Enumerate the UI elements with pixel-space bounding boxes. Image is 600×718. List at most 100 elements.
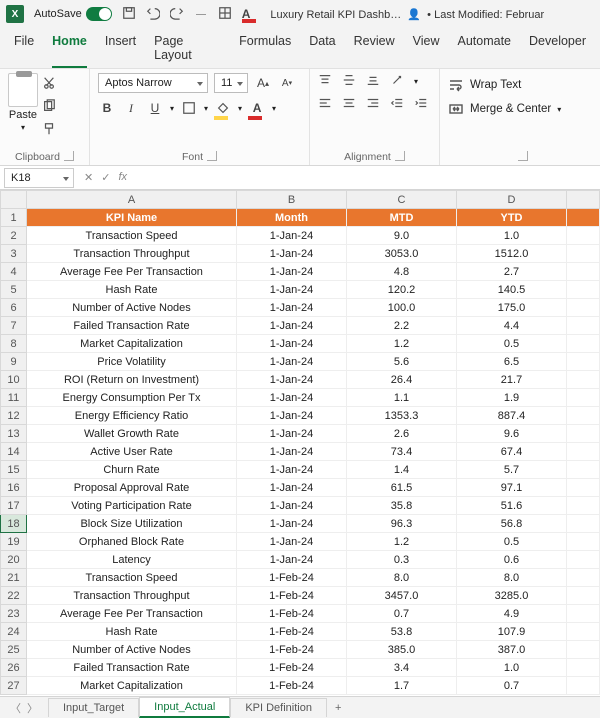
cell[interactable]: 3457.0 [347,587,457,605]
cell[interactable]: 1-Jan-24 [237,425,347,443]
cell[interactable] [567,533,600,551]
cell[interactable]: 5.7 [457,461,567,479]
cell[interactable]: 8.0 [457,569,567,587]
cell[interactable]: ROI (Return on Investment) [27,371,237,389]
cell[interactable]: 0.3 [347,551,457,569]
cell[interactable]: 9.0 [347,227,457,245]
cell[interactable]: 385.0 [347,641,457,659]
cell[interactable] [567,515,600,533]
row-header[interactable]: 27 [1,677,27,695]
row-header[interactable]: 9 [1,353,27,371]
row-header[interactable]: 5 [1,281,27,299]
cell[interactable]: 53.8 [347,623,457,641]
fx-icon[interactable]: fx [118,171,127,184]
cell[interactable]: 0.6 [457,551,567,569]
cell[interactable]: 3053.0 [347,245,457,263]
row-header[interactable]: 25 [1,641,27,659]
undo-icon[interactable] [146,6,160,23]
cell[interactable] [567,479,600,497]
cell[interactable] [567,641,600,659]
tab-view[interactable]: View [413,32,440,68]
tab-review[interactable]: Review [354,32,395,68]
launcher-icon[interactable] [518,151,528,161]
cell[interactable]: Failed Transaction Rate [27,659,237,677]
cell[interactable] [567,551,600,569]
wrap-text-button[interactable]: Wrap Text [448,77,592,93]
align-left-icon[interactable] [318,96,332,113]
cell[interactable] [567,623,600,641]
cell[interactable]: Price Volatility [27,353,237,371]
align-bottom-icon[interactable] [366,73,380,90]
row-header[interactable]: 22 [1,587,27,605]
tab-formulas[interactable]: Formulas [239,32,291,68]
row-header[interactable]: 3 [1,245,27,263]
row-header[interactable]: 23 [1,605,27,623]
cell[interactable]: 8.0 [347,569,457,587]
tab-prev-icon[interactable]: 〈 [10,700,21,716]
tab-developer[interactable]: Developer [529,32,586,68]
cell[interactable]: 387.0 [457,641,567,659]
font-name-combo[interactable]: Aptos Narrow [98,73,208,93]
cell[interactable]: 1-Jan-24 [237,479,347,497]
cell[interactable]: 5.6 [347,353,457,371]
cell[interactable]: 1512.0 [457,245,567,263]
cell[interactable]: 1-Jan-24 [237,299,347,317]
cell[interactable]: 120.2 [347,281,457,299]
cell[interactable]: Market Capitalization [27,677,237,695]
merge-center-button[interactable]: Merge & Center ▾ [448,101,592,117]
cell[interactable]: 96.3 [347,515,457,533]
bold-button[interactable]: B [98,99,116,117]
font-color-button[interactable]: A [248,99,266,117]
cell[interactable]: 1.7 [347,677,457,695]
cell[interactable]: 1.9 [457,389,567,407]
cell[interactable] [567,299,600,317]
cell[interactable]: 21.7 [457,371,567,389]
borders-button[interactable] [180,99,198,117]
cell[interactable] [567,461,600,479]
cell[interactable]: Voting Participation Rate [27,497,237,515]
row-header[interactable]: 21 [1,569,27,587]
cell[interactable]: 3.4 [347,659,457,677]
launcher-icon[interactable] [207,151,217,161]
cell[interactable] [567,605,600,623]
align-middle-icon[interactable] [342,73,356,90]
row-header[interactable]: 10 [1,371,27,389]
cell[interactable]: Number of Active Nodes [27,299,237,317]
row-header[interactable]: 26 [1,659,27,677]
chevron-down-icon[interactable]: ▾ [204,104,208,113]
cell[interactable]: 0.7 [347,605,457,623]
row-header[interactable]: 16 [1,479,27,497]
row-header[interactable]: 1 [1,209,27,227]
cell[interactable]: 4.9 [457,605,567,623]
cell[interactable]: Failed Transaction Rate [27,317,237,335]
cell[interactable]: Transaction Throughput [27,587,237,605]
tab-automate[interactable]: Automate [458,32,512,68]
cell[interactable]: 4.4 [457,317,567,335]
cell[interactable]: 3285.0 [457,587,567,605]
cell[interactable]: 1-Feb-24 [237,659,347,677]
cell[interactable]: 1-Feb-24 [237,677,347,695]
launcher-icon[interactable] [64,151,74,161]
cell[interactable] [567,569,600,587]
sheet-tab-input-target[interactable]: Input_Target [48,698,139,717]
italic-button[interactable]: I [122,99,140,117]
row-header[interactable]: 13 [1,425,27,443]
row-header[interactable]: 24 [1,623,27,641]
align-center-icon[interactable] [342,96,356,113]
cell[interactable]: 9.6 [457,425,567,443]
align-right-icon[interactable] [366,96,380,113]
select-all-corner[interactable] [1,191,27,209]
decrease-font-icon[interactable]: A▾ [278,74,296,92]
cell[interactable]: 67.4 [457,443,567,461]
cell[interactable]: 26.4 [347,371,457,389]
cell[interactable]: 1-Jan-24 [237,533,347,551]
cell[interactable]: Wallet Growth Rate [27,425,237,443]
cell[interactable]: 1-Jan-24 [237,353,347,371]
cell[interactable]: 1-Feb-24 [237,569,347,587]
col-header-b[interactable]: B [237,191,347,209]
sheet-tab-input-actual[interactable]: Input_Actual [139,697,230,718]
chevron-down-icon[interactable]: ▾ [272,104,276,113]
cell[interactable]: Number of Active Nodes [27,641,237,659]
cell[interactable]: 1-Jan-24 [237,245,347,263]
tab-page-layout[interactable]: Page Layout [154,32,221,68]
